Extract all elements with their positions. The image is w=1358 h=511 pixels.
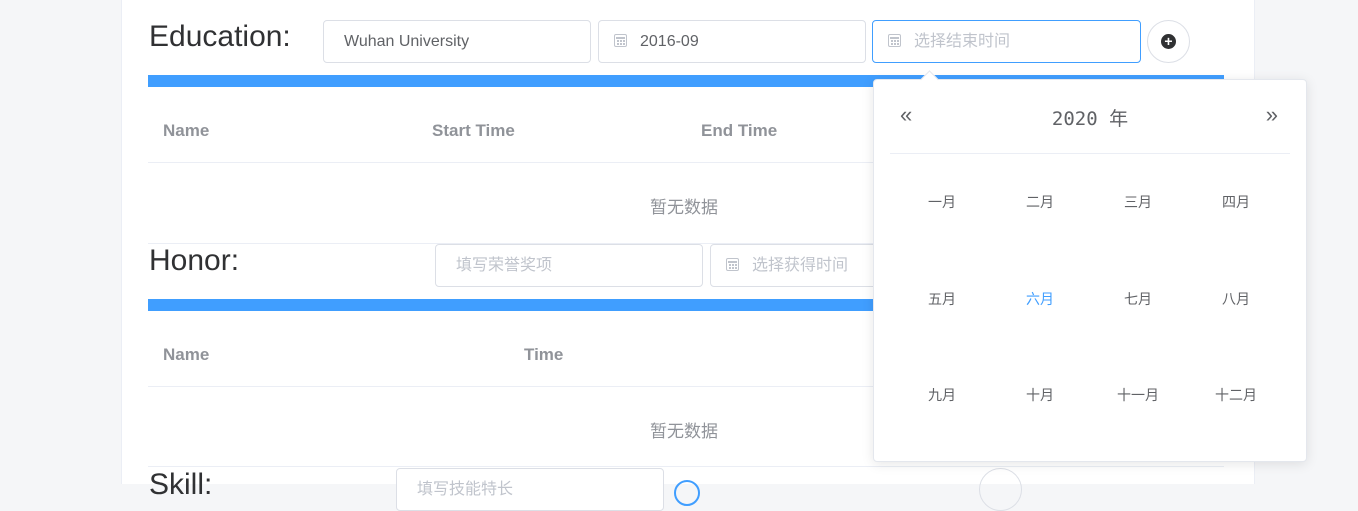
honor-col-name: Name bbox=[163, 345, 210, 364]
month-cell[interactable]: 三月 bbox=[1089, 192, 1187, 212]
end-date-placeholder: 选择结束时间 bbox=[914, 33, 1011, 50]
honor-col-time: Time bbox=[524, 345, 564, 364]
education-title: Education: bbox=[149, 20, 291, 53]
month-cell[interactable]: 二月 bbox=[991, 192, 1089, 212]
honor-award-input[interactable]: 填写荣誉奖项 bbox=[435, 244, 703, 287]
honor-time-placeholder: 选择获得时间 bbox=[752, 257, 849, 274]
honor-title: Honor: bbox=[149, 244, 240, 277]
honor-award-placeholder: 填写荣誉奖项 bbox=[456, 257, 553, 274]
education-col-name: Name bbox=[163, 121, 210, 140]
education-col-start-time: Start Time bbox=[432, 121, 515, 140]
month-cell[interactable]: 七月 bbox=[1089, 289, 1187, 309]
year-label[interactable]: 2020 年 bbox=[890, 104, 1290, 131]
start-date-input[interactable]: 2016-09 bbox=[598, 20, 866, 63]
skill-title: Skill: bbox=[149, 468, 213, 501]
month-cell[interactable]: 五月 bbox=[893, 289, 991, 309]
honor-empty-text: 暂无数据 bbox=[650, 422, 718, 442]
month-picker-popper: « 2020 年 » 一月 二月 三月 四月五月 六月 七月 八月九月 十月 十一月 十二月 bbox=[873, 79, 1307, 462]
calendar-icon bbox=[614, 34, 627, 47]
calendar-icon bbox=[726, 258, 739, 271]
month-cell[interactable]: 四月 bbox=[1187, 192, 1285, 212]
start-date-value: 2016-09 bbox=[640, 33, 699, 50]
month-cell[interactable]: 十一月 bbox=[1089, 385, 1187, 405]
month-cell[interactable]: 六月 bbox=[991, 289, 1089, 309]
month-cell[interactable]: 八月 bbox=[1187, 289, 1285, 309]
education-empty-text: 暂无数据 bbox=[650, 198, 718, 218]
school-name-input[interactable]: Wuhan University bbox=[323, 20, 591, 63]
month-cell[interactable]: 一月 bbox=[893, 192, 991, 212]
school-name-value: Wuhan University bbox=[344, 33, 470, 50]
skill-input[interactable]: 填写技能特长 bbox=[396, 468, 664, 511]
plus-circle-icon: + bbox=[1161, 34, 1176, 49]
next-year-button[interactable]: » bbox=[1266, 102, 1278, 128]
education-col-end-time: End Time bbox=[701, 121, 778, 140]
month-cell[interactable]: 十月 bbox=[991, 385, 1089, 405]
divider bbox=[148, 466, 1224, 467]
add-education-button[interactable]: + bbox=[1147, 20, 1190, 63]
end-date-input[interactable]: 选择结束时间 bbox=[872, 20, 1141, 63]
month-cell[interactable]: 十二月 bbox=[1187, 385, 1285, 405]
calendar-icon bbox=[888, 34, 901, 47]
month-cell[interactable]: 九月 bbox=[893, 385, 991, 405]
add-skill-button[interactable] bbox=[979, 468, 1022, 511]
month-picker-header: « 2020 年 » bbox=[890, 80, 1290, 154]
